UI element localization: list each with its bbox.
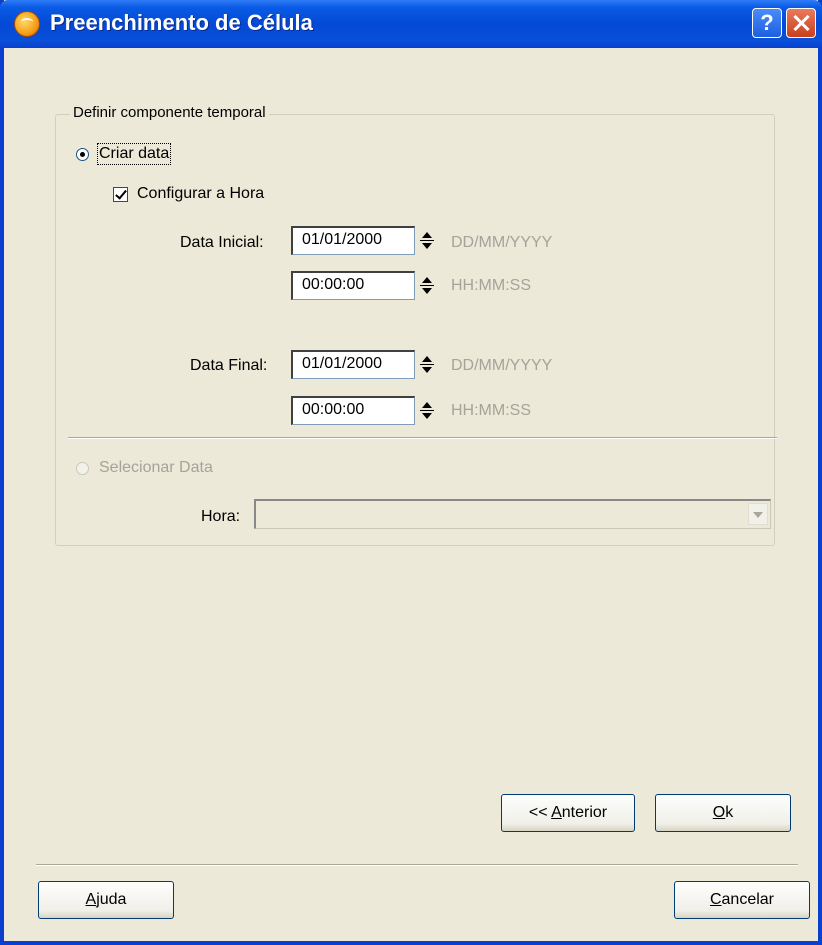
start-date-spin-arrows[interactable]: [419, 228, 435, 254]
spin-down-icon[interactable]: [419, 286, 435, 299]
end-time-format: HH:MM:SS: [451, 402, 531, 419]
start-date-spinner: 01/01/2000: [291, 226, 438, 255]
ok-button[interactable]: Ok: [655, 794, 791, 832]
ok-button-accel: O: [712, 804, 726, 821]
help-title-button[interactable]: ?: [752, 8, 782, 38]
previous-button-prefix: <<: [528, 804, 552, 821]
spin-down-icon[interactable]: [419, 411, 435, 424]
previous-button-label: nterior: [561, 804, 608, 821]
dialog-window: Preenchimento de Célula ? Definir compon…: [0, 0, 822, 945]
end-time-input[interactable]: 00:00:00: [291, 396, 415, 425]
group-separator: [68, 437, 777, 439]
hour-select[interactable]: [254, 499, 771, 529]
ok-button-label: k: [725, 804, 734, 821]
start-time-format: HH:MM:SS: [451, 277, 531, 294]
end-date-spinner: 01/01/2000: [291, 350, 438, 379]
end-date-spin-arrows[interactable]: [419, 352, 435, 378]
start-time-spinner: 00:00:00: [291, 271, 438, 300]
start-date-input[interactable]: 01/01/2000: [291, 226, 415, 255]
help-button[interactable]: Ajuda: [38, 881, 174, 919]
start-date-label: Data Inicial:: [180, 234, 264, 251]
create-date-radio[interactable]: [76, 148, 89, 161]
footer-separator: [36, 864, 798, 866]
hour-label: Hora:: [201, 508, 241, 525]
cancel-button-label: ancelar: [721, 891, 775, 908]
select-date-radio[interactable]: [76, 462, 89, 475]
configure-time-label[interactable]: Configurar a Hora: [137, 185, 264, 203]
window-title: Preenchimento de Célula: [50, 10, 313, 35]
previous-button[interactable]: << Anterior: [501, 794, 635, 832]
end-time-spin-arrows[interactable]: [419, 398, 435, 424]
create-date-label[interactable]: Criar data: [96, 143, 172, 165]
spin-down-icon[interactable]: [419, 241, 435, 254]
start-time-spin-arrows[interactable]: [419, 273, 435, 299]
select-date-label[interactable]: Selecionar Data: [99, 459, 213, 477]
title-bar[interactable]: Preenchimento de Célula ?: [0, 0, 822, 48]
previous-button-accel: A: [551, 804, 562, 821]
end-date-label: Data Final:: [190, 357, 268, 374]
configure-time-checkbox[interactable]: [113, 187, 128, 202]
end-date-format: DD/MM/YYYY: [451, 357, 553, 374]
cancel-button[interactable]: Cancelar: [674, 881, 810, 919]
close-icon[interactable]: [786, 8, 816, 38]
start-time-input[interactable]: 00:00:00: [291, 271, 415, 300]
help-button-label: juda: [96, 891, 127, 908]
temporal-component-group: [55, 114, 775, 546]
help-button-accel: A: [85, 891, 97, 908]
chevron-down-icon[interactable]: [748, 503, 768, 525]
app-icon: [14, 11, 40, 37]
cancel-button-accel: C: [709, 891, 722, 908]
end-time-spinner: 00:00:00: [291, 396, 438, 425]
end-date-input[interactable]: 01/01/2000: [291, 350, 415, 379]
group-legend: Definir componente temporal: [70, 104, 269, 121]
spin-down-icon[interactable]: [419, 365, 435, 378]
start-date-format: DD/MM/YYYY: [451, 234, 553, 251]
